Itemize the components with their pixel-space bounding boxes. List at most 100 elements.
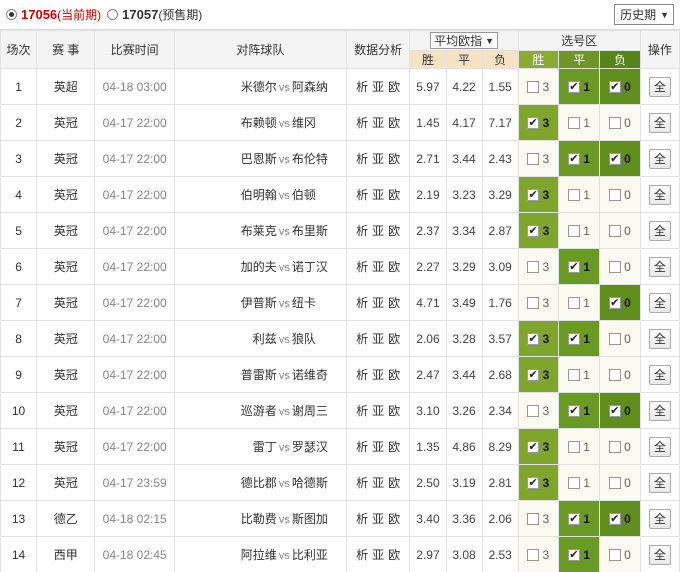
pick-option-d[interactable]: 1	[557, 140, 601, 177]
pick-option-d[interactable]: 1	[557, 464, 601, 501]
select-all-button[interactable]: 全	[648, 148, 671, 169]
home-team[interactable]: 阿拉维	[241, 548, 277, 562]
pick-checkbox[interactable]	[568, 512, 581, 525]
pick-option-w[interactable]: 3	[517, 176, 559, 213]
home-team[interactable]: 布莱克	[241, 224, 277, 238]
euro-odds-link[interactable]: 欧	[388, 548, 400, 562]
asian-odds-link[interactable]: 亚	[372, 224, 384, 238]
pick-option-l[interactable]: 0	[599, 536, 641, 572]
current-period-option[interactable]: 17056 (当前期)	[6, 6, 101, 23]
euro-odds-link[interactable]: 欧	[388, 404, 400, 418]
pick-option-l[interactable]: 0	[599, 212, 641, 249]
asian-odds-link[interactable]: 亚	[372, 332, 384, 346]
pick-option-l[interactable]: 0	[599, 68, 641, 105]
pick-checkbox[interactable]	[527, 368, 540, 381]
pick-checkbox[interactable]	[568, 152, 581, 165]
pick-option-d[interactable]: 1	[557, 248, 601, 285]
away-team[interactable]: 阿森纳	[292, 78, 340, 95]
home-team[interactable]: 伯明翰	[241, 188, 277, 202]
pick-checkbox[interactable]	[609, 332, 622, 345]
pick-checkbox[interactable]	[609, 152, 622, 165]
home-team[interactable]: 伊普斯	[241, 296, 277, 310]
home-team[interactable]: 德比郡	[241, 476, 277, 490]
presale-period-radio[interactable]	[107, 9, 119, 20]
home-team[interactable]: 布赖顿	[241, 116, 277, 130]
pick-checkbox[interactable]	[527, 116, 540, 129]
asian-odds-link[interactable]: 亚	[372, 80, 384, 94]
home-team[interactable]: 比勒费	[241, 512, 277, 526]
pick-option-l[interactable]: 0	[599, 356, 641, 393]
select-all-button[interactable]: 全	[648, 184, 671, 205]
pick-checkbox[interactable]	[568, 116, 581, 129]
asian-odds-link[interactable]: 亚	[372, 188, 384, 202]
away-team[interactable]: 纽卡	[292, 294, 340, 311]
asian-odds-link[interactable]: 亚	[372, 440, 384, 454]
header-pick-lose[interactable]: 负	[599, 50, 641, 69]
euro-odds-link[interactable]: 欧	[388, 440, 400, 454]
analysis-link[interactable]: 析	[356, 332, 368, 346]
pick-option-w[interactable]: 3	[517, 320, 559, 357]
pick-checkbox[interactable]	[568, 440, 581, 453]
pick-option-w[interactable]: 3	[517, 536, 559, 572]
pick-checkbox[interactable]	[609, 368, 622, 381]
analysis-link[interactable]: 析	[356, 404, 368, 418]
away-team[interactable]: 谢周三	[292, 402, 340, 419]
pick-option-w[interactable]: 3	[517, 284, 559, 321]
home-team[interactable]: 巴恩斯	[241, 152, 277, 166]
away-team[interactable]: 诺丁汉	[292, 258, 340, 275]
pick-option-l[interactable]: 0	[599, 464, 641, 501]
history-period-select[interactable]: 历史期 ▼	[614, 4, 674, 25]
select-all-button[interactable]: 全	[648, 220, 671, 241]
current-period-radio[interactable]	[6, 9, 17, 20]
pick-option-w[interactable]: 3	[517, 356, 559, 393]
presale-period-option[interactable]: 17057 (预售期)	[107, 6, 202, 23]
pick-option-l[interactable]: 0	[599, 392, 641, 429]
away-team[interactable]: 维冈	[292, 114, 340, 131]
select-all-button[interactable]: 全	[648, 256, 671, 277]
away-team[interactable]: 罗瑟汉	[292, 438, 340, 455]
analysis-link[interactable]: 析	[356, 116, 368, 130]
euro-odds-link[interactable]: 欧	[388, 332, 400, 346]
pick-option-l[interactable]: 0	[599, 248, 641, 285]
pick-option-l[interactable]: 0	[599, 284, 641, 321]
select-all-button[interactable]: 全	[648, 292, 671, 313]
pick-checkbox[interactable]	[609, 404, 622, 417]
pick-checkbox[interactable]	[568, 224, 581, 237]
away-team[interactable]: 狼队	[292, 330, 340, 347]
euro-odds-link[interactable]: 欧	[388, 80, 400, 94]
pick-checkbox[interactable]	[527, 476, 540, 489]
euro-odds-link[interactable]: 欧	[388, 512, 400, 526]
header-pick-win[interactable]: 胜	[517, 50, 559, 69]
pick-checkbox[interactable]	[568, 368, 581, 381]
pick-checkbox[interactable]	[609, 224, 622, 237]
analysis-link[interactable]: 析	[356, 512, 368, 526]
pick-checkbox[interactable]	[609, 512, 622, 525]
pick-option-l[interactable]: 0	[599, 140, 641, 177]
asian-odds-link[interactable]: 亚	[372, 260, 384, 274]
away-team[interactable]: 哈德斯	[292, 474, 340, 491]
asian-odds-link[interactable]: 亚	[372, 404, 384, 418]
pick-option-l[interactable]: 0	[599, 320, 641, 357]
home-team[interactable]: 雷丁	[253, 440, 277, 454]
analysis-link[interactable]: 析	[356, 368, 368, 382]
euro-odds-link[interactable]: 欧	[388, 296, 400, 310]
away-team[interactable]: 伯顿	[292, 186, 340, 203]
pick-checkbox[interactable]	[527, 260, 540, 273]
select-all-button[interactable]: 全	[648, 436, 671, 457]
pick-checkbox[interactable]	[609, 548, 622, 561]
select-all-button[interactable]: 全	[648, 76, 671, 97]
select-all-button[interactable]: 全	[648, 400, 671, 421]
euro-odds-link[interactable]: 欧	[388, 224, 400, 238]
pick-option-w[interactable]: 3	[517, 68, 559, 105]
pick-option-d[interactable]: 1	[557, 428, 601, 465]
home-team[interactable]: 加的夫	[241, 260, 277, 274]
home-team[interactable]: 普雷斯	[241, 368, 277, 382]
pick-checkbox[interactable]	[609, 476, 622, 489]
euro-odds-link[interactable]: 欧	[388, 152, 400, 166]
pick-checkbox[interactable]	[527, 332, 540, 345]
analysis-link[interactable]: 析	[356, 188, 368, 202]
pick-checkbox[interactable]	[527, 404, 540, 417]
away-team[interactable]: 布伦特	[292, 150, 340, 167]
pick-option-d[interactable]: 1	[557, 536, 601, 572]
home-team[interactable]: 巡游者	[241, 404, 277, 418]
